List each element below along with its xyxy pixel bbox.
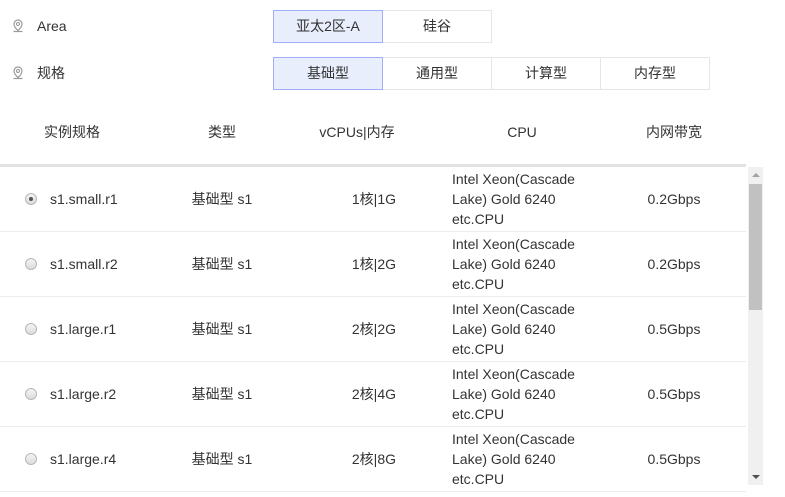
instance-name: s1.large.r2: [50, 386, 117, 402]
table-row[interactable]: s1.large.r1 基础型 s1 2核|2G Intel Xeon(Casc…: [0, 297, 746, 362]
cpu-line: Intel Xeon(Cascade: [452, 301, 575, 317]
scrollbar[interactable]: [748, 167, 763, 485]
cpu-line: Lake) Gold 6240: [452, 321, 556, 337]
instance-bandwidth: 0.2Gbps: [647, 191, 701, 207]
scroll-down-icon[interactable]: [752, 475, 760, 479]
instance-name: s1.small.r2: [50, 256, 118, 272]
instance-type: 基础型 s1: [191, 386, 253, 402]
instance-cpu: Intel Xeon(Cascade Lake) Gold 6240 etc.CPU: [442, 364, 602, 424]
filter-option[interactable]: 亚太2区-A: [273, 9, 383, 43]
location-pin-icon: [12, 66, 24, 80]
instance-spec: 2核|8G: [351, 451, 396, 467]
scrollbar-thumb[interactable]: [749, 184, 762, 310]
filter-option[interactable]: 通用型: [382, 56, 492, 90]
instance-type: 基础型 s1: [191, 256, 253, 272]
filter-label: Area: [37, 18, 67, 34]
header-vcpu-memory: vCPUs|内存: [319, 124, 395, 140]
cpu-line: Intel Xeon(Cascade: [452, 431, 575, 447]
filter-options: 亚太2区-A 硅谷: [273, 9, 492, 43]
cpu-line: etc.CPU: [452, 211, 505, 227]
filter-row-0: Area 亚太2区-A 硅谷: [0, 9, 785, 43]
instance-bandwidth: 0.2Gbps: [647, 256, 701, 272]
cpu-line: Intel Xeon(Cascade: [452, 236, 575, 252]
instance-spec: 2核|2G: [351, 321, 396, 337]
instance-cpu: Intel Xeon(Cascade Lake) Gold 6240 etc.CPU: [442, 429, 602, 489]
filter-option[interactable]: 基础型: [273, 56, 383, 90]
instance-name: s1.large.r1: [50, 321, 117, 337]
table-body: s1.small.r1 基础型 s1 1核|1G Intel Xeon(Casc…: [0, 167, 746, 497]
instance-spec: 2核|4G: [351, 386, 396, 402]
filter-label: 规格: [37, 65, 65, 81]
header-type: 类型: [208, 124, 236, 140]
instance-bandwidth: 0.5Gbps: [647, 321, 701, 337]
instance-type: 基础型 s1: [191, 321, 253, 337]
cpu-line: Lake) Gold 6240: [452, 451, 556, 467]
instance-bandwidth: 0.5Gbps: [647, 451, 701, 467]
cpu-line: etc.CPU: [452, 406, 505, 422]
filter-option[interactable]: 计算型: [491, 56, 601, 90]
table-row[interactable]: s1.large.r2 基础型 s1 2核|4G Intel Xeon(Casc…: [0, 362, 746, 427]
location-pin-icon: [12, 19, 24, 33]
instance-cpu: Intel Xeon(Cascade Lake) Gold 6240 etc.CPU: [442, 234, 602, 294]
filter-options: 基础型 通用型 计算型 内存型: [273, 56, 710, 90]
header-bandwidth: 内网带宽: [646, 124, 702, 140]
header-instance-spec: 实例规格: [44, 124, 100, 140]
cpu-line: Intel Xeon(Cascade: [452, 366, 575, 382]
cpu-line: etc.CPU: [452, 471, 505, 487]
cpu-line: Intel Xeon(Cascade: [452, 171, 575, 187]
instance-spec: 1核|2G: [351, 256, 396, 272]
table-header: 实例规格 类型 vCPUs|内存 CPU 内网带宽: [0, 112, 746, 152]
filter-option[interactable]: 内存型: [600, 56, 710, 90]
instance-type: 基础型 s1: [191, 451, 253, 467]
filter-option[interactable]: 硅谷: [382, 9, 492, 43]
instance-name: s1.large.r4: [50, 451, 117, 467]
instance-spec: 1核|1G: [351, 191, 396, 207]
cpu-line: Lake) Gold 6240: [452, 386, 556, 402]
header-cpu: CPU: [507, 124, 537, 140]
instance-cpu: Intel Xeon(Cascade Lake) Gold 6240 etc.CPU: [442, 169, 602, 229]
instance-cpu: Intel Xeon(Cascade Lake) Gold 6240 etc.CPU: [442, 299, 602, 359]
cpu-line: etc.CPU: [452, 276, 505, 292]
cpu-line: Lake) Gold 6240: [452, 191, 556, 207]
scroll-up-icon[interactable]: [752, 173, 760, 177]
instance-name: s1.small.r1: [50, 191, 118, 207]
table-row[interactable]: s1.small.r1 基础型 s1 1核|1G Intel Xeon(Casc…: [0, 167, 746, 232]
cpu-line: Lake) Gold 6240: [452, 256, 556, 272]
table-row[interactable]: s1.small.r2 基础型 s1 1核|2G Intel Xeon(Casc…: [0, 232, 746, 297]
instance-bandwidth: 0.5Gbps: [647, 386, 701, 402]
cpu-line: etc.CPU: [452, 341, 505, 357]
filter-row-1: 规格 基础型 通用型 计算型 内存型: [0, 56, 785, 90]
table-row[interactable]: s1.large.r4 基础型 s1 2核|8G Intel Xeon(Casc…: [0, 427, 746, 492]
instance-type: 基础型 s1: [191, 191, 253, 207]
